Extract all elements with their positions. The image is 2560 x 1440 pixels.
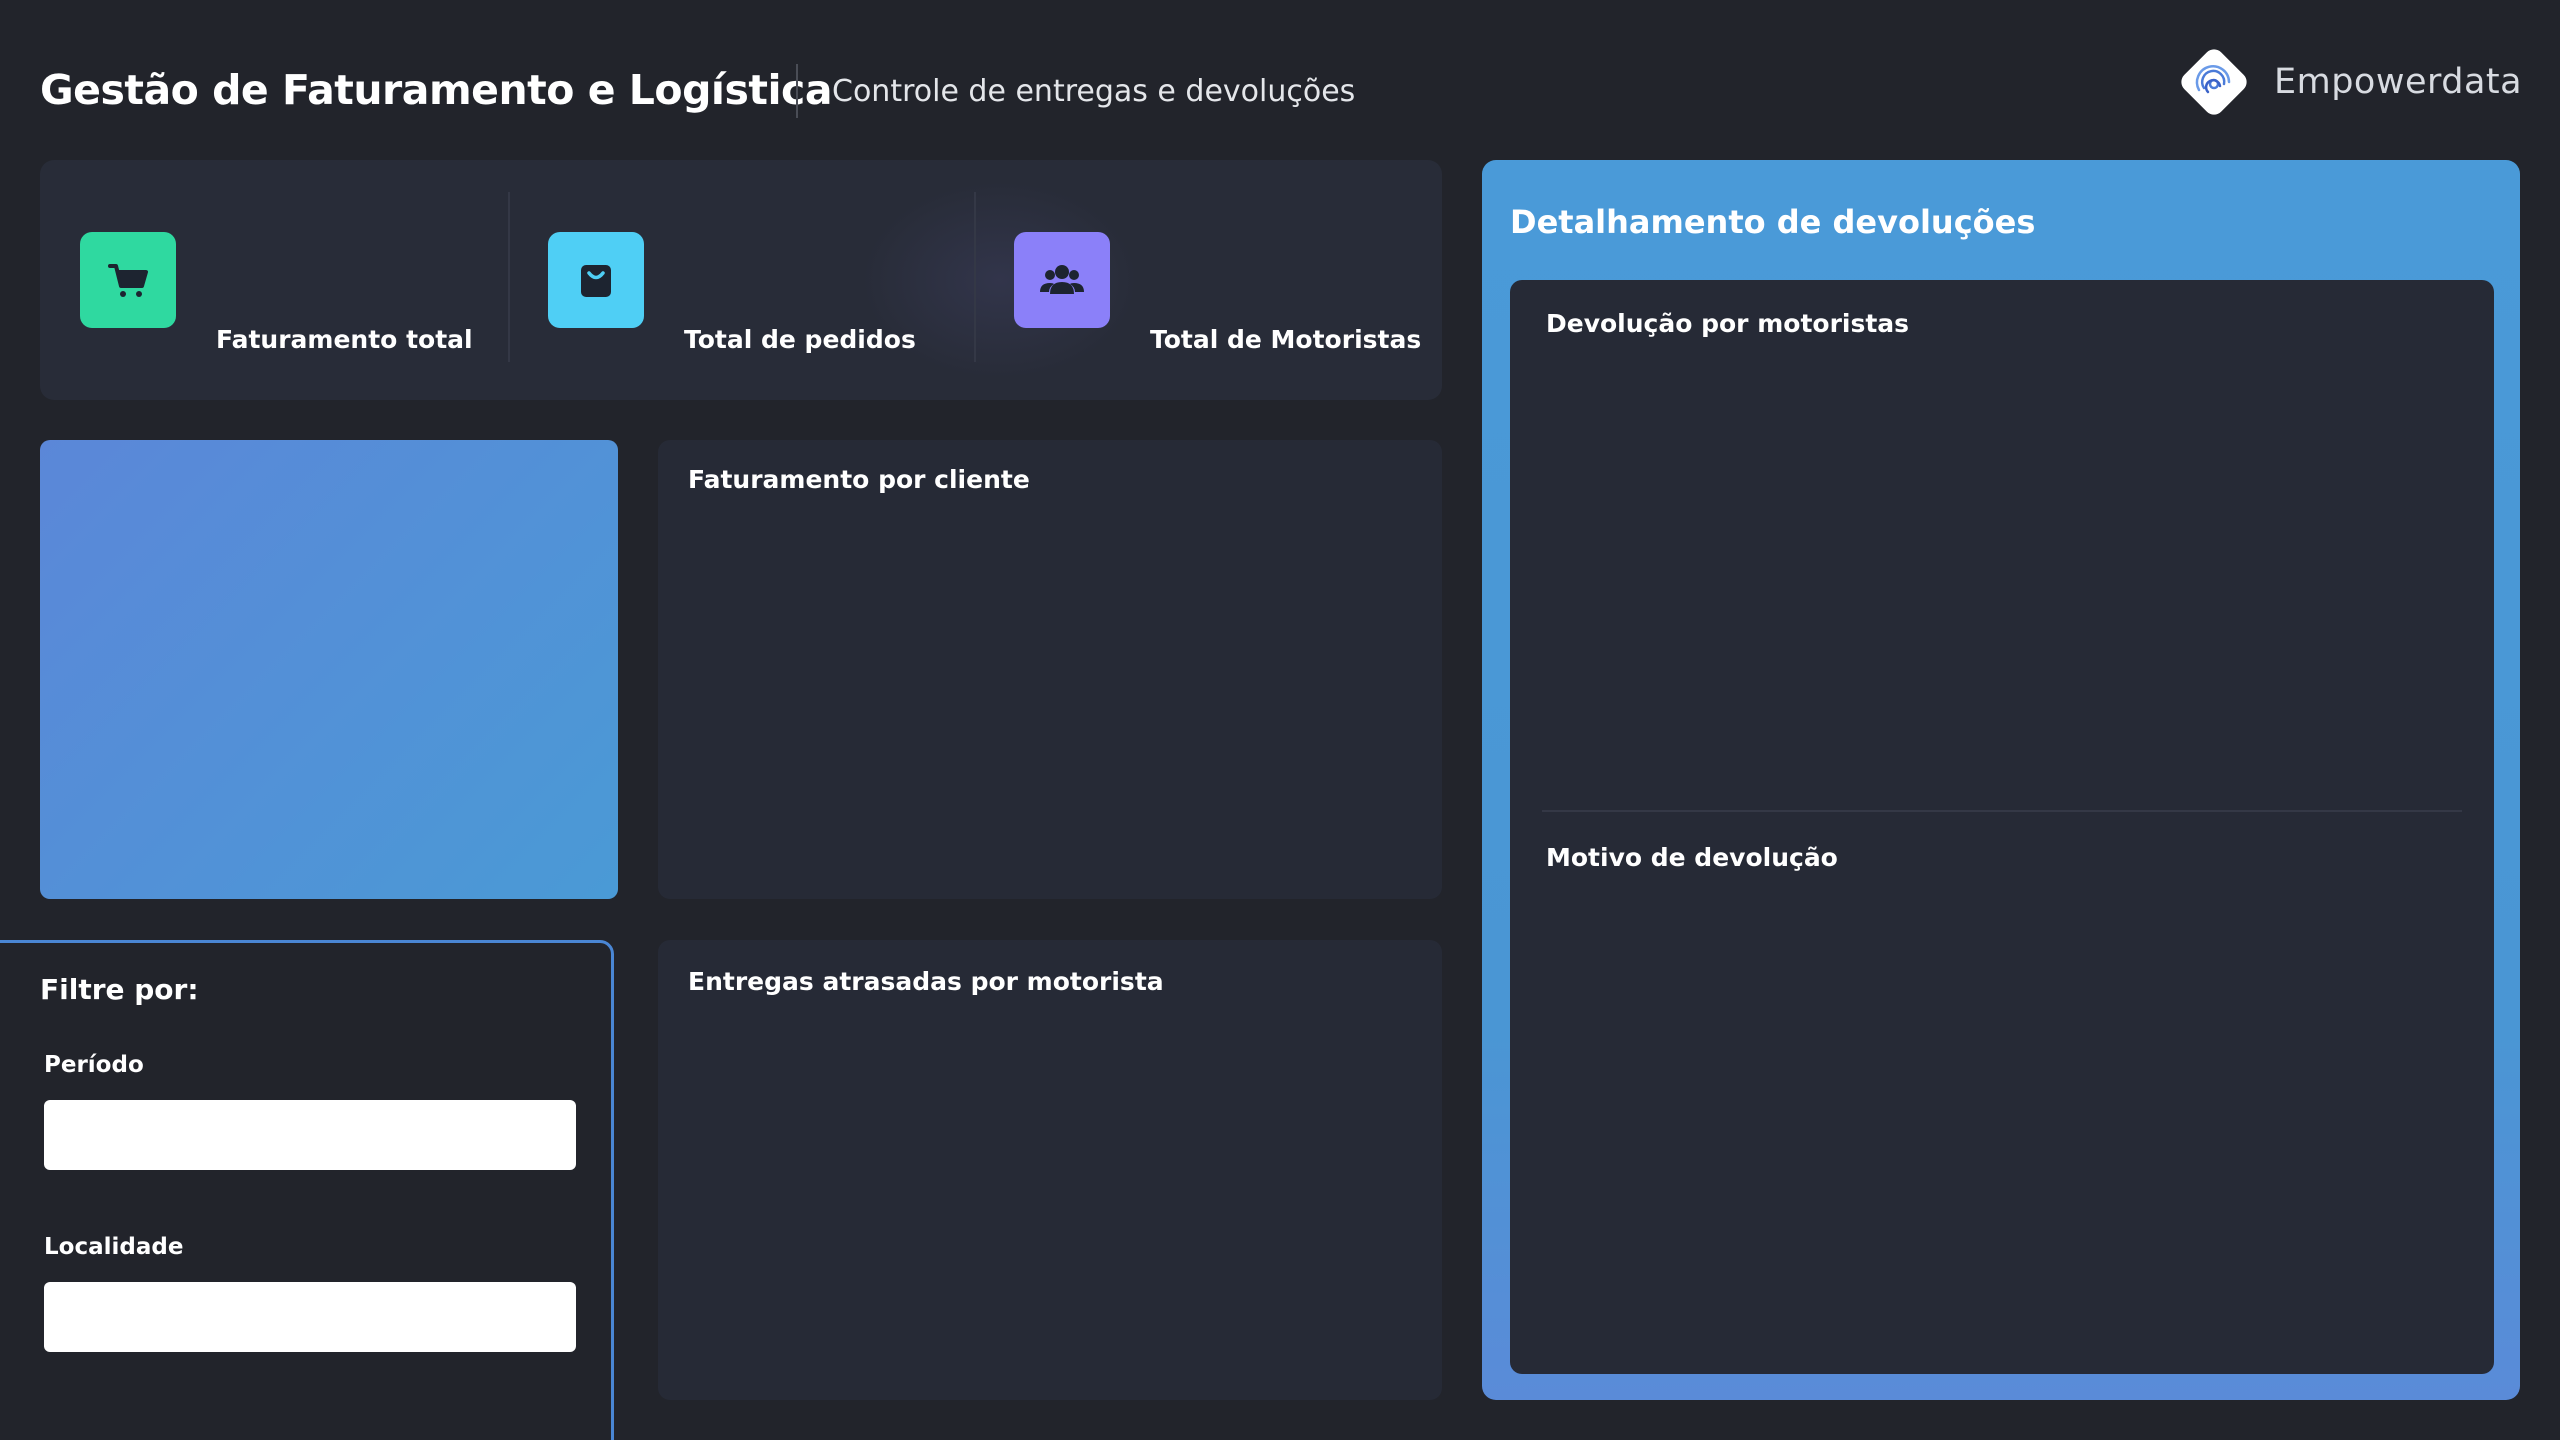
highlight-card	[40, 440, 618, 899]
kpi-panel	[40, 160, 1442, 400]
shopping-bag-icon	[548, 232, 644, 328]
periodo-input[interactable]	[44, 1100, 576, 1170]
card-title: Entregas atrasadas por motorista	[688, 967, 1164, 996]
motivo-de-devolucao-title: Motivo de devolução	[1546, 843, 1838, 872]
detail-divider	[1542, 810, 2462, 812]
filter-title: Filtre por:	[40, 973, 199, 1006]
users-group-icon	[1014, 232, 1110, 328]
kpi-label-total-motoristas: Total de Motoristas	[1150, 325, 1422, 354]
kpi-divider	[974, 192, 976, 362]
kpi-label-faturamento-total: Faturamento total	[216, 325, 473, 354]
localidade-label: Localidade	[44, 1234, 184, 1260]
filter-panel	[0, 940, 614, 1440]
periodo-label: Período	[44, 1052, 144, 1078]
faturamento-por-cliente-card: Faturamento por cliente	[658, 440, 1442, 899]
brand-name: Empowerdata	[2274, 62, 2523, 102]
detail-inner-card	[1510, 280, 2494, 1374]
dashboard-page: Gestão de Faturamento e Logística Contro…	[0, 0, 2560, 1440]
card-title: Faturamento por cliente	[688, 465, 1030, 494]
devolucao-por-motoristas-title: Devolução por motoristas	[1546, 309, 1910, 338]
page-title: Gestão de Faturamento e Logística	[40, 66, 833, 114]
empowerdata-logo-icon	[2176, 44, 2252, 120]
shopping-cart-icon	[80, 232, 176, 328]
localidade-input[interactable]	[44, 1282, 576, 1352]
kpi-label-total-pedidos: Total de pedidos	[684, 325, 916, 354]
entregas-atrasadas-card: Entregas atrasadas por motorista	[658, 940, 1442, 1400]
header-divider	[796, 64, 798, 118]
kpi-divider	[508, 192, 510, 362]
detail-title: Detalhamento de devoluções	[1510, 203, 2036, 241]
page-subtitle: Controle de entregas e devoluções	[832, 74, 1356, 109]
